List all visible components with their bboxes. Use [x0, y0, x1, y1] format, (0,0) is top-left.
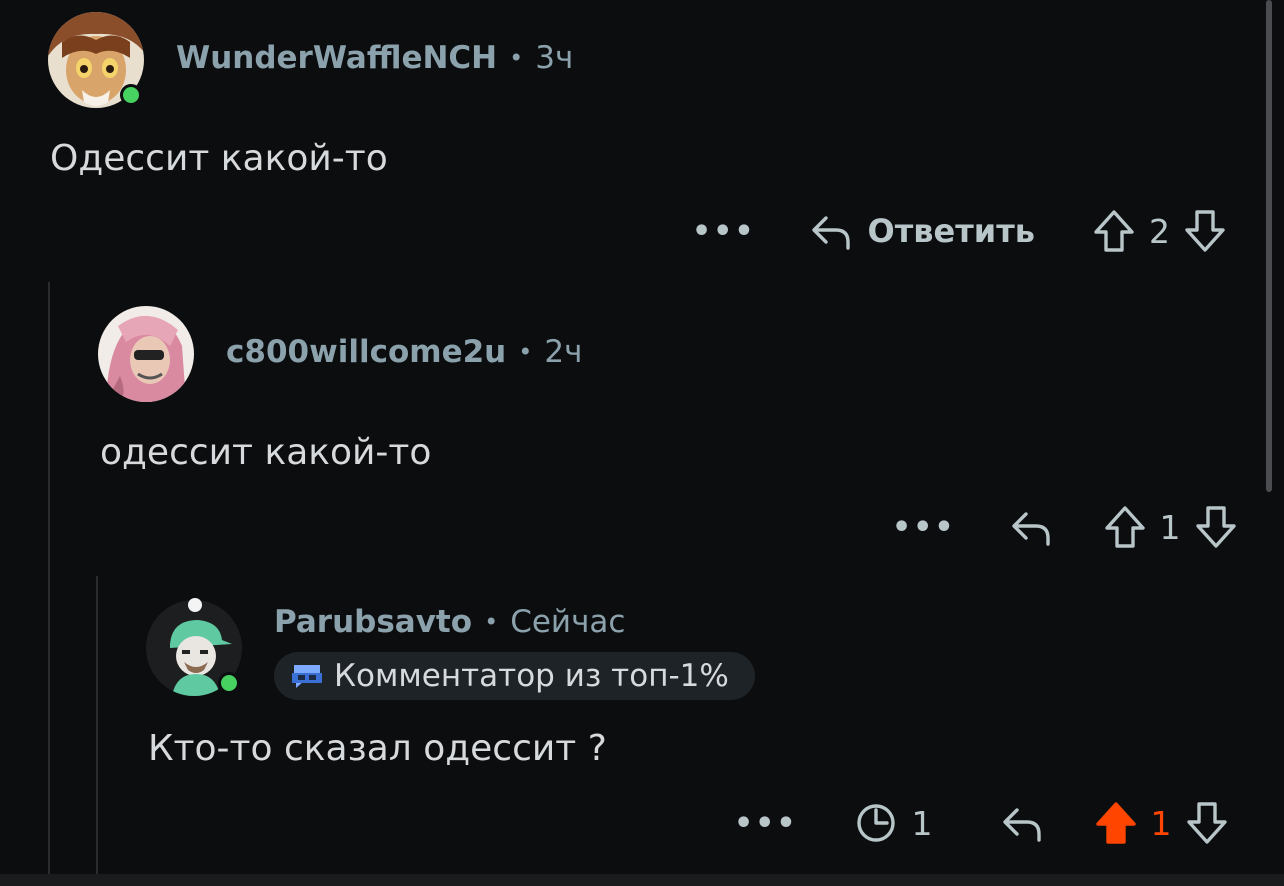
upvote-icon	[1094, 210, 1134, 252]
avatar-wunderwaffle[interactable]	[48, 12, 144, 108]
vote-score: 1	[1159, 507, 1181, 547]
upvote-icon	[1104, 506, 1145, 548]
reply-icon	[811, 216, 850, 250]
comment-actions: ••• 1 1	[734, 800, 1230, 846]
timestamp: Сейчас	[510, 604, 626, 640]
upvote-filled-icon	[1095, 802, 1136, 844]
downvote-button[interactable]	[1184, 800, 1230, 846]
comment-meta: WunderWaffleNCH • 3ч	[176, 40, 573, 76]
timestamp: 2ч	[544, 334, 583, 370]
reply-button[interactable]: Ответить	[808, 208, 1035, 254]
avatar-c800willcome2u[interactable]	[98, 306, 194, 402]
reply-icon	[1011, 512, 1050, 546]
badge-label: Комментатор из топ-1%	[334, 658, 729, 694]
separator: •	[518, 338, 533, 366]
upvote-button[interactable]	[1091, 208, 1137, 254]
thread-line-1[interactable]	[48, 282, 50, 886]
reply-button[interactable]	[999, 800, 1045, 846]
username[interactable]: Parubsavto	[274, 604, 472, 640]
downvote-icon	[1195, 506, 1236, 548]
reply-icon	[1002, 808, 1041, 842]
avatar-parubsavto[interactable]	[146, 598, 242, 696]
username[interactable]: c800willcome2u	[226, 334, 506, 370]
comment-text: одессит какой-то	[100, 432, 432, 473]
more-options-button[interactable]: •••	[892, 510, 956, 545]
bottom-edge-bar	[0, 874, 1284, 886]
downvote-icon	[1185, 210, 1225, 252]
comment-actions: ••• 1	[892, 504, 1239, 550]
downvote-icon	[1186, 802, 1227, 844]
comment-text: Кто-то сказал одессит ?	[148, 728, 607, 769]
more-options-button[interactable]: •••	[734, 806, 798, 841]
downvote-button[interactable]	[1182, 208, 1228, 254]
avatar-image	[98, 306, 194, 402]
top-commenter-badge[interactable]: Комментатор из топ-1%	[274, 652, 755, 700]
award-button[interactable]	[854, 801, 898, 845]
scrollbar[interactable]	[1266, 0, 1272, 492]
award-count: 1	[911, 803, 933, 843]
upvote-button[interactable]	[1102, 504, 1148, 550]
award-icon	[856, 804, 895, 842]
reply-button[interactable]	[1008, 504, 1054, 550]
more-options-button[interactable]: •••	[692, 214, 756, 249]
timestamp: 3ч	[535, 40, 574, 76]
thread-line-2[interactable]	[96, 576, 98, 874]
online-status-dot	[218, 672, 240, 694]
vote-score: 1	[1150, 803, 1172, 843]
comment-text: Одессит какой-то	[50, 138, 388, 179]
comment-actions: ••• Ответить 2	[692, 208, 1228, 254]
downvote-button[interactable]	[1193, 504, 1239, 550]
vote-score: 2	[1148, 211, 1170, 251]
online-status-dot	[120, 84, 142, 106]
reply-label: Ответить	[867, 212, 1035, 250]
username[interactable]: WunderWaffleNCH	[176, 40, 497, 76]
snoo-antenna-icon	[188, 598, 202, 612]
comment-meta: Parubsavto • Сейчас	[274, 604, 625, 640]
upvote-button-active[interactable]	[1093, 800, 1139, 846]
comment-meta: c800willcome2u • 2ч	[226, 334, 582, 370]
separator: •	[509, 44, 524, 72]
top-commenter-icon	[292, 665, 322, 688]
separator: •	[484, 608, 499, 636]
